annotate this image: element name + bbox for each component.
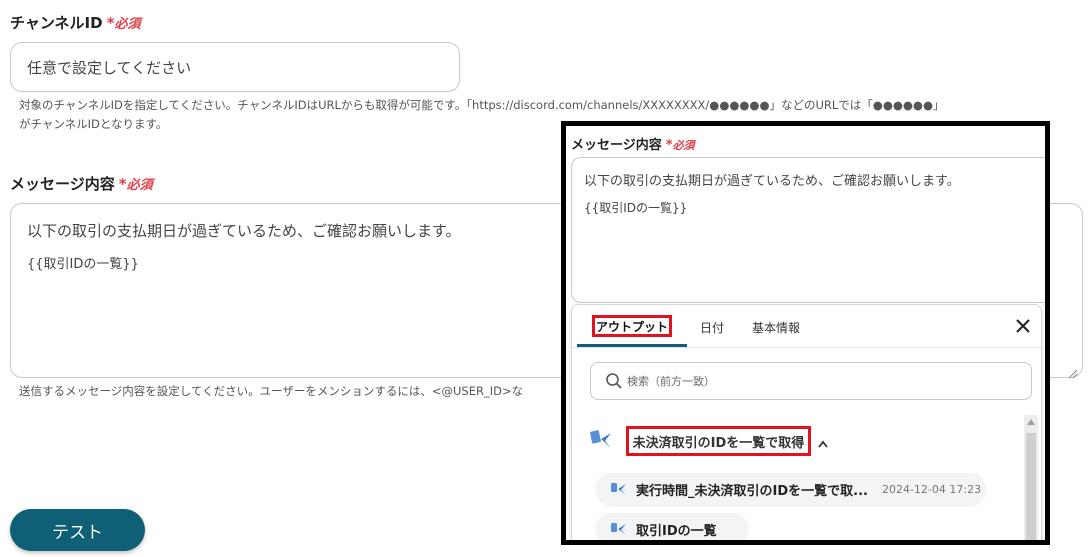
tab-date[interactable]: 日付 bbox=[700, 319, 724, 336]
tab-basic-info[interactable]: 基本情報 bbox=[752, 319, 800, 336]
required-badge: 必須 bbox=[672, 139, 695, 152]
required-star: * bbox=[665, 138, 673, 153]
chevron-up-icon[interactable] bbox=[817, 435, 829, 448]
message-label-row: メッセージ内容 *必須 bbox=[10, 173, 153, 194]
list-item-label: 取引IDの一覧 bbox=[636, 523, 717, 539]
list-item[interactable]: 取引IDの一覧 bbox=[596, 513, 748, 540]
overlay-message-line1: 以下の取引の支払期日が過ぎているため、ご確認お願いします。 bbox=[584, 174, 960, 189]
tab-output[interactable]: アウトプット bbox=[592, 315, 672, 337]
required-badge: 必須 bbox=[126, 178, 153, 193]
overlay-message-textarea[interactable]: 以下の取引の支払期日が過ぎているため、ご確認お願いします。 {{取引IDの一覧}… bbox=[571, 157, 1045, 303]
channel-id-placeholder: 任意で設定してください bbox=[27, 58, 192, 77]
channel-id-label-row: チャンネルID *必須 bbox=[10, 12, 140, 33]
list-item-timestamp: 2024-12-04 17:23 bbox=[881, 482, 982, 496]
zoom-overlay: メッセージ内容 *必須 以下の取引の支払期日が過ぎているため、ご確認お願いします。… bbox=[561, 121, 1050, 545]
group-title-box[interactable]: 未決済取引のIDを一覧で取得 bbox=[626, 426, 811, 456]
list-item[interactable]: 実行時間_未決済取引のIDを一覧で取... 2024-12-04 17:23 bbox=[596, 473, 986, 505]
group-title: 未決済取引のIDを一覧で取得 bbox=[632, 435, 805, 451]
tab-divider bbox=[572, 347, 1043, 348]
overlay-message-line2: {{取引IDの一覧}} bbox=[584, 201, 688, 215]
channel-id-label: チャンネルID bbox=[10, 14, 103, 32]
list-item-label: 実行時間_未決済取引のIDを一覧で取... bbox=[636, 483, 868, 499]
close-icon[interactable] bbox=[1013, 316, 1033, 336]
required-star: * bbox=[118, 175, 127, 193]
overlay-label-row: メッセージ内容 *必須 bbox=[571, 134, 695, 153]
overlay-message-label: メッセージ内容 bbox=[571, 138, 662, 153]
channel-id-input[interactable]: 任意で設定してください bbox=[10, 42, 460, 92]
tab-output-label: アウトプット bbox=[595, 319, 668, 334]
test-button[interactable]: テスト bbox=[10, 509, 145, 551]
list-item-icon bbox=[610, 521, 630, 537]
message-help: 送信するメッセージ内容を設定してください。ユーザーをメンションするには、<@US… bbox=[19, 384, 524, 398]
search-input[interactable]: 検索（前方一致） bbox=[590, 362, 1032, 400]
search-icon bbox=[605, 372, 623, 390]
required-badge: 必須 bbox=[114, 17, 141, 32]
variable-picker: アウトプット 日付 基本情報 検索（前方一致） 未決済取引のIDを一覧で取得 実… bbox=[571, 304, 1043, 540]
channel-id-help-line1: 対象のチャンネルIDを指定してください。チャンネルIDはURLからも取得が可能で… bbox=[19, 98, 945, 112]
message-label: メッセージ内容 bbox=[10, 175, 115, 193]
scroll-thumb[interactable] bbox=[1026, 433, 1036, 540]
list-item-icon bbox=[610, 481, 630, 497]
scrollbar[interactable] bbox=[1024, 415, 1038, 540]
fast-forward-app-icon bbox=[590, 429, 616, 451]
scroll-up-icon[interactable] bbox=[1027, 419, 1035, 425]
search-placeholder: 検索（前方一致） bbox=[627, 375, 715, 388]
resize-handle-icon[interactable] bbox=[1068, 364, 1078, 379]
